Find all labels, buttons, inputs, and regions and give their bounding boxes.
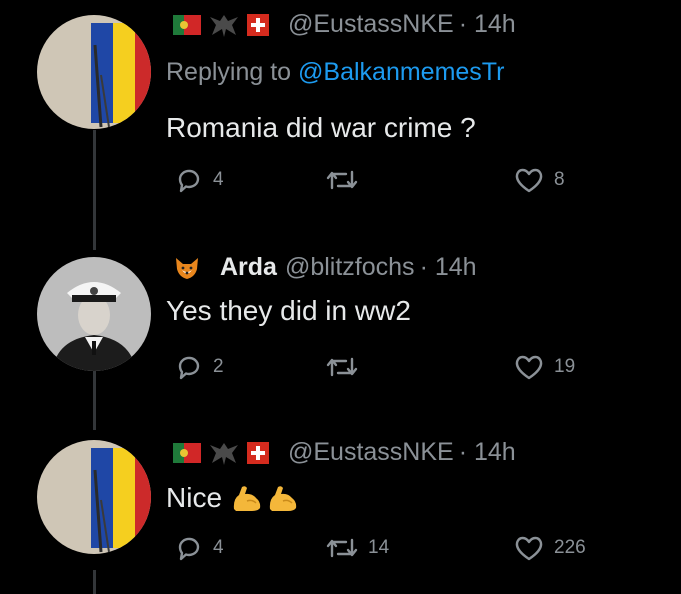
header-icons	[173, 11, 276, 39]
tweet-actions: 4 8	[0, 165, 681, 201]
like-button[interactable]: 8	[513, 165, 565, 195]
tweet-text: Nice	[166, 482, 300, 514]
heart-icon	[515, 168, 543, 193]
retweet-icon	[326, 170, 358, 190]
heart-icon	[515, 536, 543, 561]
user-handle[interactable]: @EustassNKE	[288, 438, 454, 467]
tweet-text: Yes they did in ww2	[166, 295, 411, 327]
retweet-button[interactable]	[325, 165, 368, 195]
eagle-icon	[210, 442, 238, 465]
reply-count: 4	[213, 169, 224, 190]
like-button[interactable]: 226	[513, 533, 586, 563]
tweet-time[interactable]: · 14h	[459, 438, 516, 467]
eagle-icon	[210, 14, 238, 37]
tweet-text-content: Romania did war crime ?	[166, 112, 476, 143]
replying-to: Replying to @BalkanmemesTr	[166, 58, 504, 87]
retweet-count: 14	[368, 537, 390, 558]
reply-button[interactable]: 4	[174, 165, 224, 195]
tweet-actions: 4 14 226	[0, 533, 681, 569]
avatar-romanian-flag-image	[37, 15, 151, 129]
retweet-button[interactable]	[325, 352, 368, 382]
tweet-text-content: Yes they did in ww2	[166, 295, 411, 326]
retweet-icon	[326, 357, 358, 377]
tweet[interactable]: @EustassNKE · 14h Replying to @Balkanmem…	[0, 0, 681, 230]
avatar[interactable]	[37, 15, 151, 129]
reply-button[interactable]: 2	[174, 352, 224, 382]
tweet[interactable]: Arda @blitzfochs · 14h Yes they did in w…	[0, 230, 681, 430]
tweet-header: Arda @blitzfochs · 14h	[173, 253, 477, 282]
retweet-button[interactable]: 14	[325, 533, 389, 563]
reply-icon	[178, 356, 200, 380]
reply-icon	[178, 537, 200, 561]
replying-prefix: Replying to	[166, 58, 292, 86]
user-display-name[interactable]: Arda	[220, 253, 277, 282]
tweet-text-content: Nice	[166, 482, 223, 513]
tweet[interactable]: @EustassNKE · 14h Nice 4 14 226	[0, 430, 681, 594]
like-button[interactable]: 19	[513, 352, 575, 382]
reply-count: 4	[213, 537, 224, 558]
tweet-actions: 2 19	[0, 352, 681, 388]
swiss-flag-icon	[247, 13, 269, 36]
tweet-text: Romania did war crime ?	[166, 112, 476, 144]
flexed-biceps-icon	[269, 486, 297, 511]
tweet-header: @EustassNKE · 14h	[173, 438, 516, 467]
like-count: 19	[554, 356, 576, 377]
header-icons	[173, 255, 208, 281]
user-handle[interactable]: @EustassNKE	[288, 10, 454, 39]
swiss-flag-icon	[247, 441, 269, 464]
replying-handle-link[interactable]: @BalkanmemesTr	[298, 58, 504, 86]
reply-button[interactable]: 4	[174, 533, 224, 563]
flexed-biceps-icon	[233, 486, 261, 511]
fox-emoji-icon	[176, 257, 198, 279]
user-handle[interactable]: @blitzfochs	[285, 253, 415, 282]
like-count: 226	[554, 537, 586, 558]
portugal-flag-icon	[173, 442, 201, 463]
tweet-time[interactable]: · 14h	[459, 10, 516, 39]
portugal-flag-icon	[173, 14, 201, 35]
header-icons	[173, 439, 276, 467]
reply-icon	[178, 169, 200, 193]
heart-icon	[515, 355, 543, 380]
like-count: 8	[554, 169, 565, 190]
reply-count: 2	[213, 356, 224, 377]
tweet-header: @EustassNKE · 14h	[173, 10, 516, 39]
tweet-time[interactable]: · 14h	[420, 253, 477, 282]
retweet-icon	[326, 538, 358, 558]
